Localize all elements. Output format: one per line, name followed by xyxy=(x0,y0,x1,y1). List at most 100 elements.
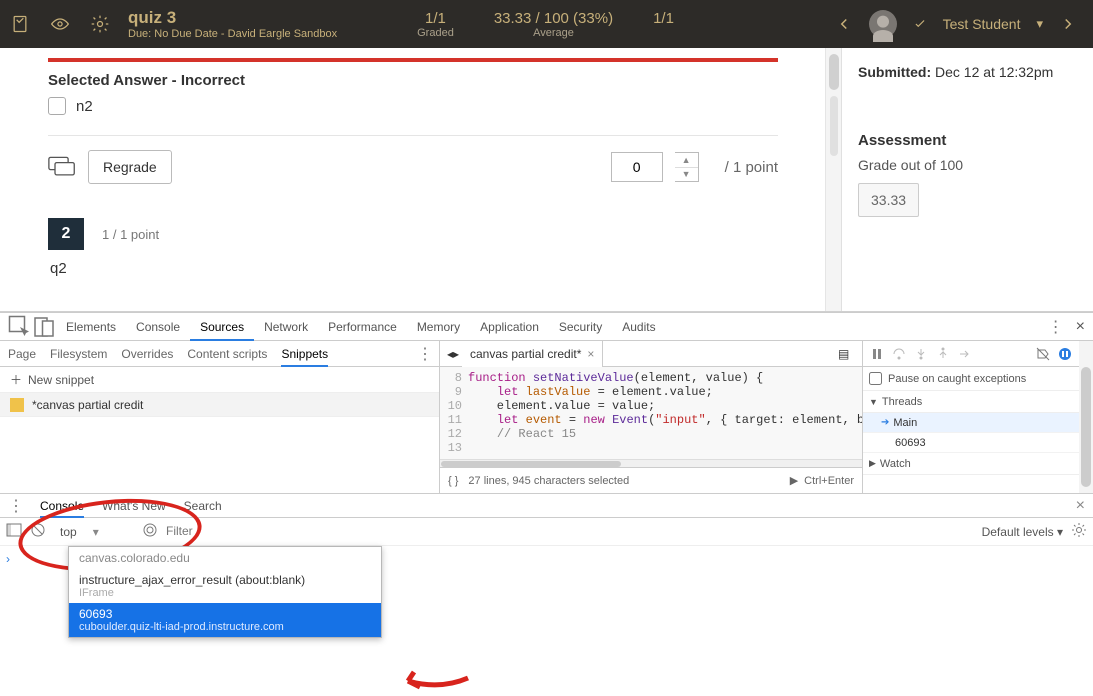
code-horizontal-scrollbar[interactable] xyxy=(440,459,862,467)
clipboard-icon[interactable] xyxy=(0,0,40,48)
gear-icon[interactable] xyxy=(80,0,120,48)
console-tab-console[interactable]: Console xyxy=(40,494,84,518)
main-scrollbar[interactable] xyxy=(825,48,841,311)
console-sidebar-icon[interactable] xyxy=(6,522,22,541)
code-tab[interactable]: canvas partial credit*× xyxy=(462,341,603,367)
console-settings-icon[interactable] xyxy=(1071,522,1087,541)
code-status-text: 27 lines, 945 characters selected xyxy=(468,475,629,487)
dd-selected[interactable]: 60693 cuboulder.quiz-lti-iad-prod.instru… xyxy=(69,603,381,637)
thread-worker[interactable]: 60693 xyxy=(863,433,1079,453)
dd-header: canvas.colorado.edu xyxy=(69,547,381,569)
live-expression-icon[interactable] xyxy=(142,522,158,541)
devtools-tabbar: Elements Console Sources Network Perform… xyxy=(0,313,1093,341)
run-snippet-icon[interactable]: ▶ xyxy=(790,474,798,487)
step-over-icon[interactable] xyxy=(891,346,907,362)
answer-text: n2 xyxy=(76,98,93,115)
code-tab-close-icon[interactable]: × xyxy=(587,347,594,361)
subtab-overrides[interactable]: Overrides xyxy=(121,341,173,367)
assessment-header: Assessment xyxy=(858,132,1077,149)
incorrect-bar xyxy=(48,58,778,62)
subtab-content[interactable]: Content scripts xyxy=(187,341,267,367)
new-snippet-button[interactable]: ＋ New snippet xyxy=(0,367,439,393)
devtools-close-icon[interactable]: × xyxy=(1076,318,1085,336)
deactivate-breakpoints-icon[interactable] xyxy=(1035,346,1051,362)
inspect-icon[interactable] xyxy=(8,315,32,339)
threads-section[interactable]: ▼Threads xyxy=(863,391,1079,413)
code-text[interactable]: function setNativeValue(element, value) … xyxy=(468,367,862,459)
watch-section[interactable]: ▶Watch xyxy=(863,453,1079,475)
subtab-snippets[interactable]: Snippets xyxy=(281,341,328,367)
tab-application[interactable]: Application xyxy=(470,313,549,341)
console-prompt-icon[interactable]: › xyxy=(6,552,10,566)
tab-audits[interactable]: Audits xyxy=(612,313,665,341)
divider xyxy=(48,135,778,136)
eye-icon[interactable] xyxy=(40,0,80,48)
devtools: Elements Console Sources Network Perform… xyxy=(0,312,1093,693)
quiz-title: quiz 3 xyxy=(128,8,337,28)
check-icon xyxy=(913,17,927,31)
step-out-icon[interactable] xyxy=(935,346,951,362)
points-label: / 1 point xyxy=(725,159,778,176)
question-2-text: q2 xyxy=(50,260,801,277)
selected-answer-header: Selected Answer - Incorrect xyxy=(48,72,801,89)
brackets-icon[interactable]: { } xyxy=(448,475,458,487)
tab-security[interactable]: Security xyxy=(549,313,612,341)
question-2-number[interactable]: 2 xyxy=(48,218,84,250)
grading-sidebar: Submitted: Dec 12 at 12:32pm Assessment … xyxy=(841,48,1093,311)
log-levels-dropdown[interactable]: Default levels ▾ xyxy=(982,525,1063,539)
dd-iframe[interactable]: instructure_ajax_error_result (about:bla… xyxy=(69,569,381,603)
step-icon[interactable] xyxy=(957,346,973,362)
pause-icon[interactable] xyxy=(869,346,885,362)
comment-icon[interactable] xyxy=(48,155,76,179)
student-dropdown-caret[interactable]: ▾ xyxy=(1036,16,1043,32)
console-tab-whatsnew[interactable]: What's New xyxy=(102,494,166,518)
submitted-value: Dec 12 at 12:32pm xyxy=(935,64,1053,80)
subtab-filesystem[interactable]: Filesystem xyxy=(50,341,107,367)
step-into-icon[interactable] xyxy=(913,346,929,362)
canvas-header: quiz 3 Due: No Due Date - David Eargle S… xyxy=(0,0,1093,48)
console-filter-input[interactable] xyxy=(166,524,366,539)
code-nav-icon[interactable]: ◂▸ xyxy=(444,347,462,361)
submitted-label: Submitted: xyxy=(858,64,931,80)
clear-console-icon[interactable] xyxy=(30,522,46,541)
console-drawer: ⋮ Console What's New Search × top▾ Defau… xyxy=(0,493,1093,693)
stat-graded: 1/1 Graded xyxy=(417,10,454,39)
toggle-sidebar-icon[interactable]: ▤ xyxy=(838,347,858,361)
prev-student-icon[interactable] xyxy=(835,15,853,33)
grade-value[interactable]: 33.33 xyxy=(858,183,919,217)
context-dropdown: canvas.colorado.edu instructure_ajax_err… xyxy=(68,546,382,638)
debugger-scrollbar[interactable] xyxy=(1079,341,1093,493)
console-tab-search[interactable]: Search xyxy=(184,494,222,518)
pause-exceptions-icon[interactable] xyxy=(1057,346,1073,362)
sources-editor: ◂▸ canvas partial credit*× ▤ 8 9 10 11 1… xyxy=(440,341,863,493)
thread-main[interactable]: ➔Main xyxy=(863,413,1079,433)
question-2-points: 1 / 1 point xyxy=(102,227,159,242)
student-name[interactable]: Test Student xyxy=(943,16,1021,32)
tab-console[interactable]: Console xyxy=(126,313,190,341)
quiz-subtitle: Due: No Due Date - David Eargle Sandbox xyxy=(128,28,337,40)
points-stepper[interactable]: ▲▼ xyxy=(675,152,699,182)
context-selector[interactable]: top▾ xyxy=(54,521,134,543)
subtab-more-icon[interactable]: ⋮ xyxy=(417,344,431,364)
run-shortcut: Ctrl+Enter xyxy=(804,475,854,487)
tab-network[interactable]: Network xyxy=(254,313,318,341)
next-student-icon[interactable] xyxy=(1059,15,1077,33)
tab-elements[interactable]: Elements xyxy=(56,313,126,341)
console-close-icon[interactable]: × xyxy=(1076,497,1085,515)
sources-navigator: Page Filesystem Overrides Content script… xyxy=(0,341,440,493)
plus-icon: ＋ xyxy=(10,371,22,388)
code-area[interactable]: 8 9 10 11 12 13 function setNativeValue(… xyxy=(440,367,862,459)
tab-performance[interactable]: Performance xyxy=(318,313,407,341)
answer-checkbox[interactable] xyxy=(48,97,66,115)
devtools-menu-icon[interactable]: ⋮ xyxy=(1048,317,1062,337)
regrade-button[interactable]: Regrade xyxy=(88,150,172,184)
snippet-file-row[interactable]: *canvas partial credit xyxy=(0,393,439,417)
debugger-sidebar: Pause on caught exceptions ▼Threads ➔Mai… xyxy=(863,341,1079,493)
device-icon[interactable] xyxy=(32,315,56,339)
points-input[interactable] xyxy=(611,152,663,182)
pause-caught-checkbox[interactable] xyxy=(869,372,882,385)
tab-sources[interactable]: Sources xyxy=(190,313,254,341)
subtab-page[interactable]: Page xyxy=(8,341,36,367)
tab-memory[interactable]: Memory xyxy=(407,313,470,341)
console-menu-icon[interactable]: ⋮ xyxy=(8,496,22,516)
